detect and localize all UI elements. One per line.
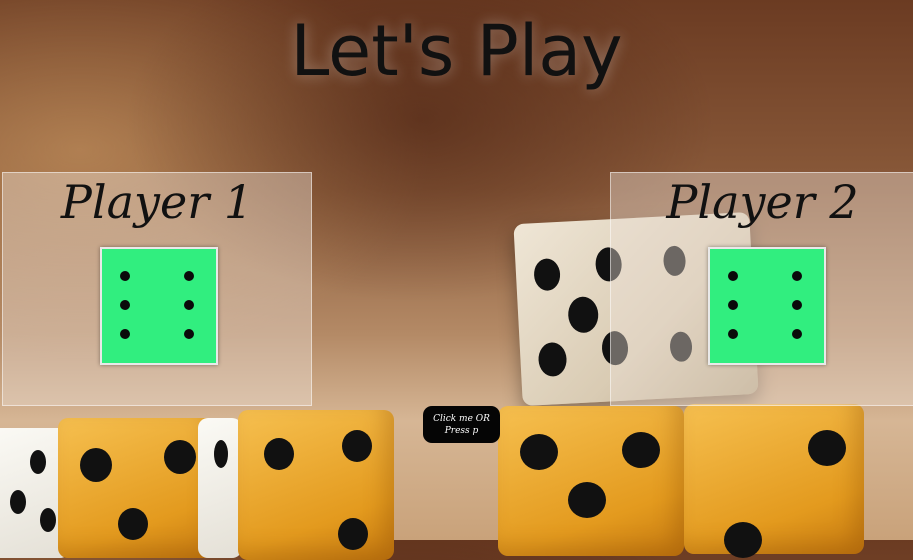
roll-button-line-1: Click me OR <box>433 413 490 424</box>
page-title: Let's Play <box>290 10 623 92</box>
background-orange-die-1 <box>58 418 218 558</box>
player-1-name: Player 1 <box>60 175 254 229</box>
die-pip <box>728 271 738 281</box>
background-orange-die-3 <box>498 406 684 556</box>
player-1-die-six <box>100 247 218 365</box>
die-pip <box>184 329 194 339</box>
die-pip <box>184 300 194 310</box>
player-2-panel: Player 2 <box>610 172 913 406</box>
player-2-name: Player 2 <box>666 175 859 229</box>
background-cream-die-2 <box>198 418 242 558</box>
player-1-panel: Player 1 <box>2 172 312 406</box>
die-pip <box>184 271 194 281</box>
roll-button-line-2: Press p <box>444 425 479 436</box>
die-pip <box>728 329 738 339</box>
background-orange-die-2 <box>238 410 394 560</box>
die-pip <box>728 300 738 310</box>
die-pip <box>792 300 802 310</box>
die-pip <box>120 300 130 310</box>
die-pip <box>792 329 802 339</box>
die-pip <box>792 271 802 281</box>
roll-dice-button[interactable]: Click me OR Press p <box>423 406 500 443</box>
player-2-die-six <box>708 247 826 365</box>
die-pip <box>120 271 130 281</box>
die-pip <box>120 329 130 339</box>
background-orange-die-4 <box>684 404 864 558</box>
